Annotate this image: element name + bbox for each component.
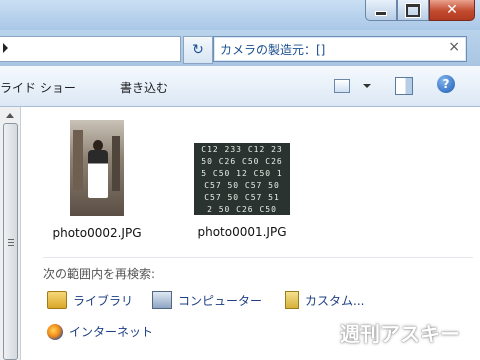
photo-text-row: 2 50 C26 C50	[207, 205, 277, 214]
scroll-thumb[interactable]	[3, 123, 18, 360]
change-view-icon[interactable]	[334, 79, 350, 93]
clear-search-icon[interactable]: ×	[448, 39, 460, 55]
scroll-up-arrow-icon	[6, 112, 14, 118]
photo-text-row: 5 C50 12 C50 1	[201, 169, 283, 178]
search-location-libraries[interactable]: ライブラリ	[47, 291, 133, 309]
photo-detail	[88, 150, 108, 198]
search-again-heading: 次の範囲内を再検索:	[43, 267, 156, 281]
scroll-grip-icon	[8, 239, 14, 247]
search-location-internet[interactable]: インターネット	[47, 323, 153, 340]
search-location-label: カスタム...	[305, 293, 365, 308]
minimize-icon	[376, 11, 386, 15]
vertical-scrollbar[interactable]	[0, 107, 21, 360]
photo-thumbnail	[70, 120, 124, 216]
search-input[interactable]: カメラの製造元：[] ×	[213, 36, 467, 62]
maximize-icon	[406, 3, 420, 17]
search-query-text: カメラの製造元：[]	[220, 43, 326, 57]
preview-pane-icon[interactable]	[395, 77, 413, 95]
computer-icon	[152, 291, 172, 309]
close-icon: ✕	[446, 2, 458, 18]
file-item[interactable]: C12 233 C12 23 50 C26 C50 C26 5 C50 12 C…	[182, 143, 302, 239]
refresh-button[interactable]: ↻	[183, 36, 213, 64]
maximize-button[interactable]	[397, 0, 429, 21]
custom-folder-icon	[285, 291, 299, 309]
slideshow-button[interactable]: ライド ショー	[0, 79, 76, 96]
burn-button[interactable]: 書き込む	[120, 79, 168, 96]
search-location-computer[interactable]: コンピューター	[152, 291, 262, 309]
close-button[interactable]: ✕	[429, 0, 475, 21]
minimize-button[interactable]	[365, 0, 397, 21]
file-item[interactable]: photo0002.JPG	[37, 120, 157, 240]
title-bar: ✕	[0, 0, 480, 30]
watermark: 週刊アスキー	[340, 322, 460, 346]
search-location-label: コンピューター	[178, 293, 263, 308]
file-name: photo0001.JPG	[197, 225, 287, 239]
scroll-up-button[interactable]	[0, 107, 20, 123]
refresh-icon: ↻	[192, 42, 204, 58]
help-icon[interactable]: ?	[437, 75, 455, 93]
search-location-label: インターネット	[69, 325, 154, 339]
photo-detail	[73, 130, 83, 190]
divider	[43, 257, 473, 258]
search-location-custom[interactable]: カスタム...	[285, 291, 364, 309]
address-row: ↻ カメラの製造元：[] ×	[0, 30, 480, 66]
photo-thumbnail: C12 233 C12 23 50 C26 C50 C26 5 C50 12 C…	[194, 143, 290, 215]
command-bar: ライド ショー 書き込む ?	[0, 66, 480, 107]
view-dropdown-icon[interactable]	[363, 84, 371, 88]
internet-icon	[47, 323, 63, 340]
address-bar[interactable]	[0, 36, 181, 62]
photo-text-row: 50 C26 C50 C26	[201, 157, 283, 166]
library-icon	[47, 291, 67, 309]
search-location-label: ライブラリ	[73, 293, 134, 308]
breadcrumb-arrow-icon[interactable]	[3, 43, 8, 53]
file-name: photo0002.JPG	[52, 226, 142, 240]
photo-text-row: C57 50 C57 50	[204, 181, 280, 190]
caption-buttons: ✕	[365, 0, 475, 21]
photo-text-row: C12 233 C12 23	[201, 145, 283, 154]
photo-detail	[112, 136, 120, 191]
photo-text-row: C57 50 C57 51	[204, 193, 280, 202]
